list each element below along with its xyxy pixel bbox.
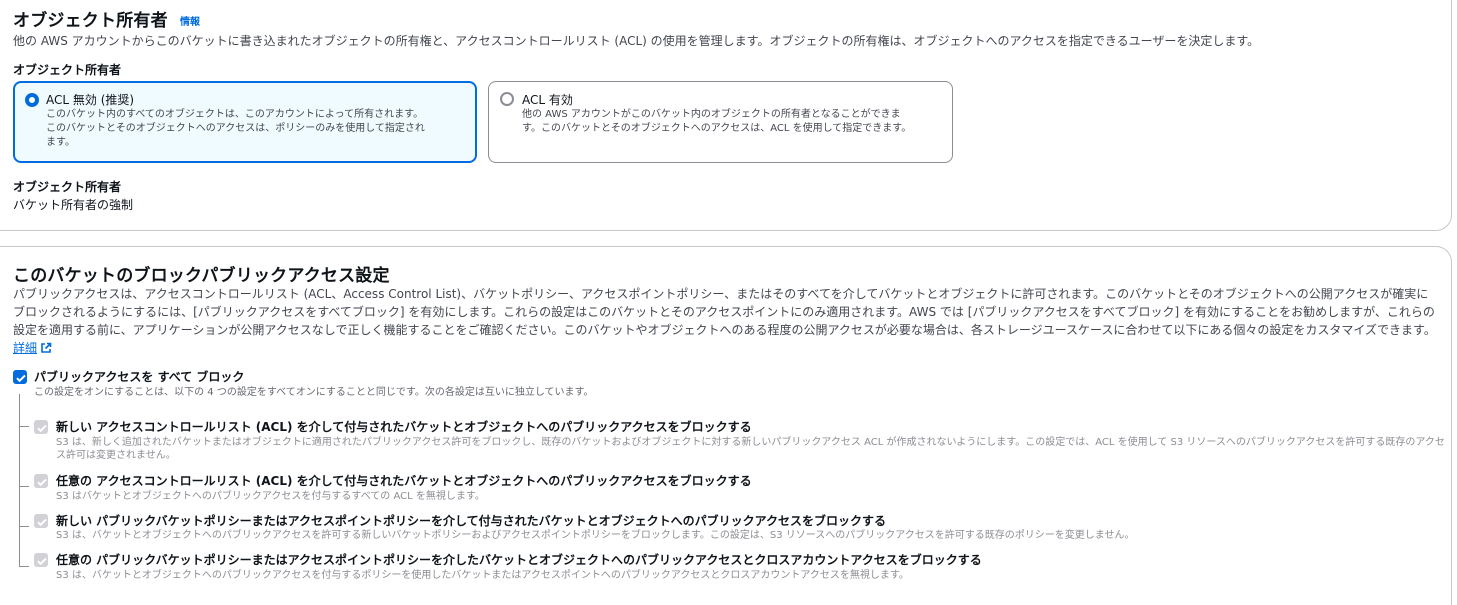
tree-branch	[19, 426, 29, 427]
acl-disabled-desc-line1: このバケット内のすべてのオブジェクトは、このアカウントによって所有されます。	[46, 109, 424, 120]
info-link[interactable]: 情報	[180, 13, 200, 28]
block-public-access-description: パブリックアクセスは、アクセスコントロールリスト (ACL、Access Con…	[13, 285, 1438, 359]
setting-4-label: 任意の パブリックバケットポリシーまたはアクセスポイントポリシーを介したバケット…	[56, 553, 982, 567]
block-all-checkbox[interactable]	[13, 370, 27, 384]
acl-disabled-desc-line3: ます。	[46, 137, 75, 148]
acl-disabled-tile[interactable]: ACL 無効 (推奨) このバケット内のすべてのオブジェクトは、このアカウントに…	[13, 81, 477, 163]
acl-enabled-desc-line2: す。このバケットとそのオブジェクトへのアクセスは、ACL を使用して指定できます…	[522, 123, 912, 134]
tree-branch	[19, 486, 29, 487]
acl-disabled-desc-line2: このバケットとそのオブジェクトへのアクセスは、ポリシーのみを使用して指定され	[46, 123, 425, 134]
acl-disabled-title: ACL 無効 (推奨)	[46, 93, 135, 107]
check-icon	[16, 374, 26, 383]
setting-2-label: 任意の アクセスコントロールリスト (ACL) を介して付与されたバケットとオブ…	[56, 474, 752, 488]
acl-enabled-desc-line1: 他の AWS アカウントがこのバケット内のオブジェクトの所有者となることができま	[522, 109, 901, 120]
acl-enabled-radio[interactable]	[500, 92, 514, 106]
setting-1-label: 新しい アクセスコントロールリスト (ACL) を介して付与されたバケットとオブ…	[56, 420, 752, 434]
object-ownership-heading: オブジェクト所有者	[13, 11, 168, 31]
check-icon	[37, 557, 47, 566]
acl-enabled-tile[interactable]: ACL 有効 他の AWS アカウントがこのバケット内のオブジェクトの所有者とな…	[488, 81, 953, 163]
setting-2-description: S3 はバケットとオブジェクトへのパブリックアクセスを付与するすべての ACL …	[56, 491, 485, 502]
tree-branch	[19, 566, 29, 567]
object-ownership-field-label: オブジェクト所有者	[13, 63, 122, 77]
setting-3-label: 新しい パブリックバケットポリシーまたはアクセスポイントポリシーを介して付与され…	[56, 514, 887, 528]
setting-3-description: S3 は、バケットとオブジェクトへのパブリックアクセスを許可する新しいバケットポ…	[56, 530, 1135, 541]
setting-1-description: S3 は、新しく追加されたバケットまたはオブジェクトに適用されたパブリックアクセ…	[56, 437, 1445, 461]
block-all-description: この設定をオンにすることは、以下の 4 つの設定をすべてオンにすることと同じです…	[34, 387, 594, 398]
setting-4-checkbox	[34, 553, 48, 567]
ownership-summary-label: オブジェクト所有者	[13, 180, 122, 194]
setting-1-checkbox	[34, 420, 48, 434]
tree-connector	[19, 394, 20, 566]
learn-more-link[interactable]: 詳細	[13, 341, 37, 355]
acl-disabled-radio[interactable]	[25, 93, 39, 107]
check-icon	[37, 478, 47, 487]
acl-enabled-title: ACL 有効	[522, 93, 573, 107]
ownership-summary-value: バケット所有者の強制	[13, 198, 134, 212]
external-link-icon[interactable]	[40, 341, 52, 359]
check-icon	[37, 518, 47, 527]
check-icon	[37, 424, 47, 433]
object-ownership-description: 他の AWS アカウントからこのバケットに書き込まれたオブジェクトの所有権と、ア…	[13, 34, 1260, 48]
tree-branch	[19, 526, 29, 527]
setting-2-checkbox	[34, 474, 48, 488]
block-public-access-heading: このバケットのブロックパブリックアクセス設定	[13, 266, 390, 286]
setting-4-description: S3 は、バケットとオブジェクトへのパブリックアクセスを付与するポリシーを使用し…	[56, 570, 909, 581]
block-all-label[interactable]: パブリックアクセスを すべて ブロック	[34, 368, 244, 385]
setting-3-checkbox	[34, 514, 48, 528]
